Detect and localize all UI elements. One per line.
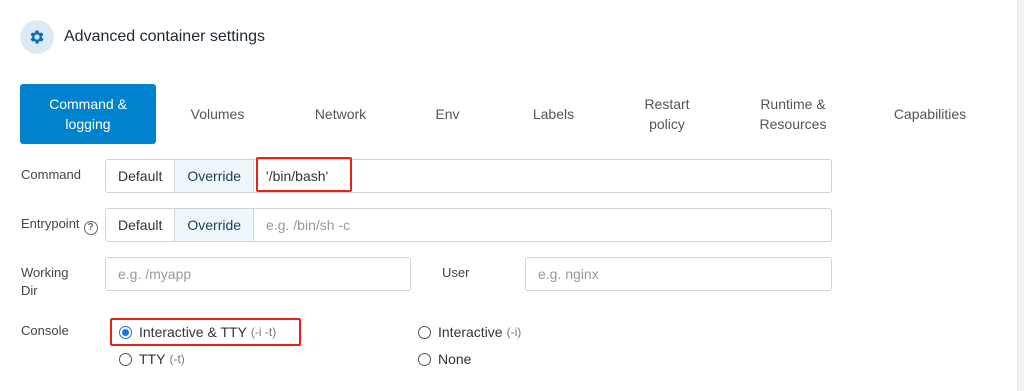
tab-network[interactable]: Network xyxy=(279,84,402,144)
working-dir-input[interactable]: e.g. /myapp xyxy=(105,257,411,291)
radio-unchecked-icon xyxy=(418,352,431,366)
tab-label: Command & xyxy=(49,96,127,112)
console-option-interactive[interactable]: Interactive (-i) xyxy=(418,322,521,342)
console-option-interactive-tty[interactable]: Interactive & TTY (-i -t) xyxy=(119,322,276,342)
radio-checked-icon xyxy=(119,325,132,339)
entrypoint-placeholder: e.g. /bin/sh -c xyxy=(266,217,351,233)
card-header: Advanced container settings xyxy=(20,20,265,54)
command-default-button[interactable]: Default xyxy=(106,160,176,192)
user-label: User xyxy=(442,265,470,280)
tab-label: Capabilities xyxy=(893,106,967,122)
entrypoint-default-button[interactable]: Default xyxy=(106,209,176,241)
page-title: Advanced container settings xyxy=(64,28,266,45)
entrypoint-input[interactable]: e.g. /bin/sh -c xyxy=(254,209,831,241)
console-option-none[interactable]: None xyxy=(418,349,471,369)
command-field: Default Override '/bin/bash' xyxy=(105,159,832,193)
user-placeholder: e.g. nginx xyxy=(538,266,599,282)
command-label: Command xyxy=(21,167,81,182)
tab-label: Env xyxy=(435,106,460,122)
radio-label: TTY xyxy=(139,351,166,367)
tab-label: Resources xyxy=(759,116,827,132)
tab-label: Restart xyxy=(644,96,690,112)
tab-label: logging xyxy=(65,116,111,132)
console-option-tty[interactable]: TTY (-t) xyxy=(119,349,185,369)
tab-volumes[interactable]: Volumes xyxy=(156,84,279,144)
working-dir-label: Working Dir xyxy=(21,264,68,300)
settings-tabs: Command & logging Volumes Network Env Lab… xyxy=(20,84,994,144)
radio-label: Interactive & TTY xyxy=(139,324,247,340)
radio-unchecked-icon xyxy=(418,325,431,339)
entrypoint-label: Entrypoint? xyxy=(21,215,98,235)
help-icon[interactable]: ? xyxy=(83,221,98,235)
radio-unchecked-icon xyxy=(119,352,132,366)
user-input[interactable]: e.g. nginx xyxy=(525,257,832,291)
gear-icon xyxy=(20,20,54,54)
radio-label: None xyxy=(438,351,472,367)
tab-label: Network xyxy=(314,106,367,122)
working-dir-label-line: Working xyxy=(21,265,69,280)
radio-flag: (-i -t) xyxy=(250,325,277,339)
tab-label: Runtime & xyxy=(760,96,826,112)
entrypoint-field: Default Override e.g. /bin/sh -c xyxy=(105,208,832,242)
tab-command-logging[interactable]: Command & logging xyxy=(20,84,156,144)
entrypoint-override-button[interactable]: Override xyxy=(175,209,255,241)
tab-label: Labels xyxy=(532,106,575,122)
radio-label: Interactive xyxy=(438,324,503,340)
tab-labels[interactable]: Labels xyxy=(493,84,614,144)
tab-runtime-resources[interactable]: Runtime & Resources xyxy=(720,84,866,144)
tab-capabilities[interactable]: Capabilities xyxy=(866,84,994,144)
console-label: Console xyxy=(21,323,69,338)
tab-label: Volumes xyxy=(190,106,245,122)
tab-label: policy xyxy=(649,116,685,132)
tab-restart-policy[interactable]: Restart policy xyxy=(614,84,720,144)
tab-env[interactable]: Env xyxy=(402,84,493,144)
command-input-value: '/bin/bash' xyxy=(266,168,329,184)
working-dir-placeholder: e.g. /myapp xyxy=(118,266,192,282)
working-dir-label-line: Dir xyxy=(21,283,38,298)
command-override-button[interactable]: Override xyxy=(175,160,255,192)
radio-flag: (-t) xyxy=(169,352,185,366)
advanced-settings-card: Advanced container settings Command & log… xyxy=(0,0,1018,391)
command-input[interactable]: '/bin/bash' xyxy=(254,160,831,192)
radio-flag: (-i) xyxy=(506,325,522,339)
entrypoint-label-text: Entrypoint xyxy=(21,216,80,231)
